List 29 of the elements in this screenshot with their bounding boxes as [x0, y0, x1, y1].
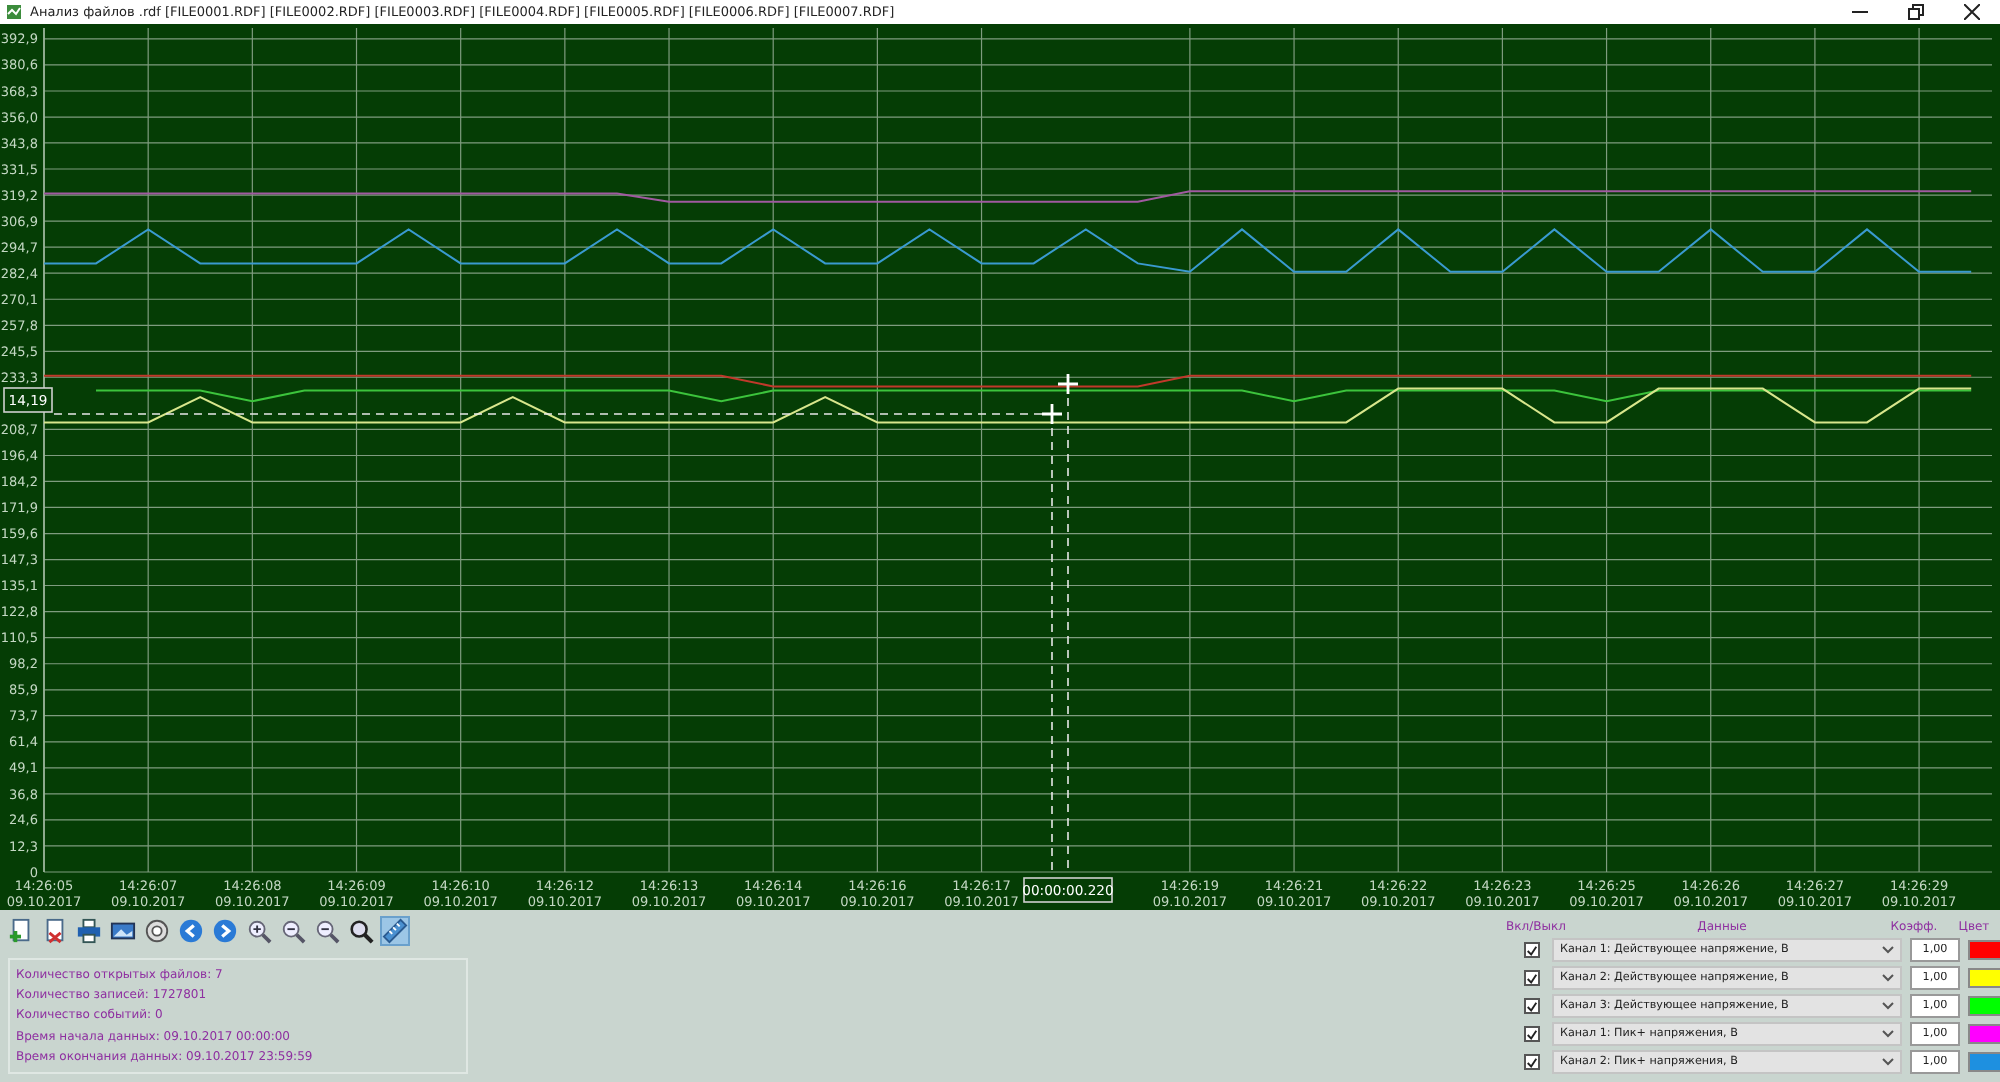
- zoom-out-icon[interactable]: [278, 916, 308, 946]
- checkbox[interactable]: [1524, 942, 1540, 958]
- caret-icon: [1882, 1002, 1894, 1010]
- caret-icon: [1882, 1058, 1894, 1066]
- settings-icon[interactable]: [142, 916, 172, 946]
- checkbox[interactable]: [1524, 998, 1540, 1014]
- forward-arrow-icon[interactable]: [210, 916, 240, 946]
- close-icon[interactable]: [1964, 4, 1980, 20]
- checkbox[interactable]: [1524, 1054, 1540, 1070]
- printer-icon[interactable]: [74, 916, 104, 946]
- caret-icon: [1882, 946, 1894, 954]
- restore-icon[interactable]: [1908, 4, 1924, 20]
- ruler-icon[interactable]: [380, 916, 410, 946]
- color-swatch[interactable]: [1968, 996, 2000, 1016]
- checkbox[interactable]: [1524, 1026, 1540, 1042]
- color-swatch[interactable]: [1968, 968, 2000, 988]
- crosshair-icon: [1056, 372, 1080, 396]
- color-swatch[interactable]: [1968, 1052, 2000, 1072]
- caret-icon: [1882, 974, 1894, 982]
- color-swatch[interactable]: [1968, 940, 2000, 960]
- caret-icon: [1882, 1030, 1894, 1038]
- checkbox[interactable]: [1524, 970, 1540, 986]
- back-arrow-icon[interactable]: [176, 916, 206, 946]
- crosshair-icon: [1040, 402, 1064, 426]
- zoom-in-icon[interactable]: [244, 916, 274, 946]
- minimize-icon[interactable]: [1852, 10, 1868, 14]
- color-swatch[interactable]: [1968, 1024, 2000, 1044]
- zoom-out-icon[interactable]: [312, 916, 342, 946]
- magnifier-icon[interactable]: [346, 916, 376, 946]
